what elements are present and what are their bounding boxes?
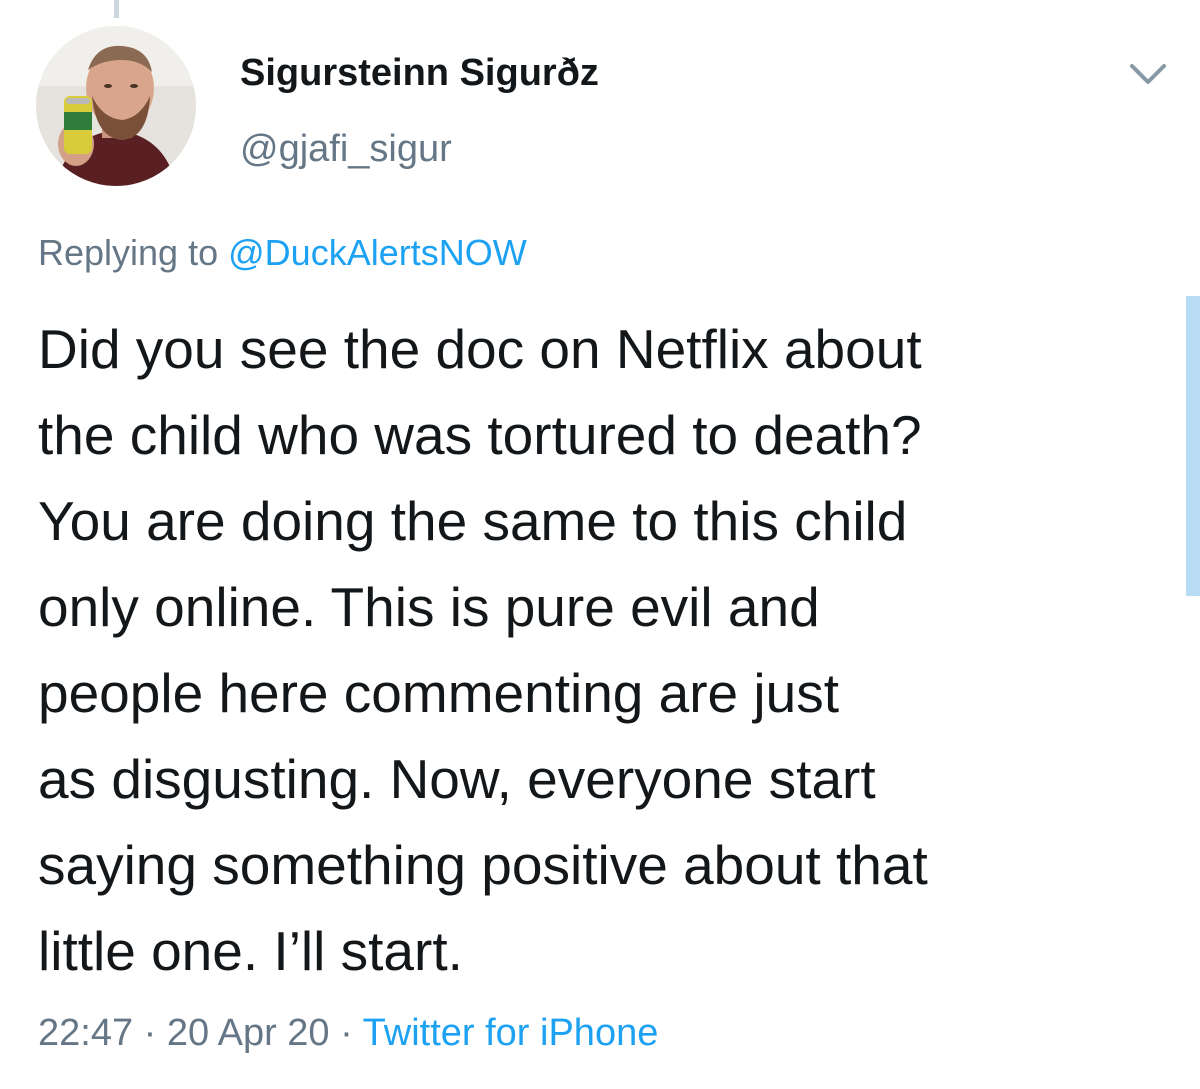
tweet-date[interactable]: 20 Apr 20 — [167, 1012, 330, 1054]
tweet-text-line: saying something positive about that — [38, 834, 928, 896]
thread-connector-line — [114, 0, 119, 18]
tweet-text-line: little one. I’ll start. — [38, 920, 463, 982]
author-display-name[interactable]: Sigursteinn Sigurðz — [240, 52, 599, 95]
tweet-metadata: 22:47 · 20 Apr 20 · Twitter for iPhone — [38, 1012, 658, 1055]
meta-separator: · — [143, 1012, 157, 1054]
meta-separator: · — [340, 1012, 353, 1054]
replying-to-line: Replying to @DuckAlertsNOW — [38, 232, 527, 274]
profile-photo-icon — [36, 26, 196, 186]
tweet-text-line: only online. This is pure evil and — [38, 576, 820, 638]
tweet-text-line: people here commenting are just — [38, 662, 840, 724]
avatar[interactable] — [36, 26, 196, 186]
reply-mention-link[interactable]: @DuckAlertsNOW — [228, 232, 527, 273]
tweet-text: Did you see the doc on Netflix about the… — [38, 306, 1158, 994]
tweet-source-link[interactable]: Twitter for iPhone — [363, 1012, 659, 1054]
tweet-text-line: the child who was tortured to death? — [38, 404, 922, 466]
tweet-text-line: as disgusting. Now, everyone start — [38, 748, 876, 810]
scrollbar-thumb[interactable] — [1186, 296, 1200, 596]
replying-to-label: Replying to — [38, 232, 219, 273]
tweet-time[interactable]: 22:47 — [38, 1012, 133, 1054]
tweet-card: Sigursteinn Sigurðz @gjafi_sigur Replyin… — [0, 0, 1200, 1089]
more-options-button[interactable] — [1126, 56, 1170, 92]
author-handle[interactable]: @gjafi_sigur — [240, 128, 452, 171]
chevron-down-icon — [1130, 64, 1166, 84]
tweet-text-line: You are doing the same to this child — [38, 490, 908, 552]
tweet-text-line: Did you see the doc on Netflix about — [38, 318, 922, 380]
